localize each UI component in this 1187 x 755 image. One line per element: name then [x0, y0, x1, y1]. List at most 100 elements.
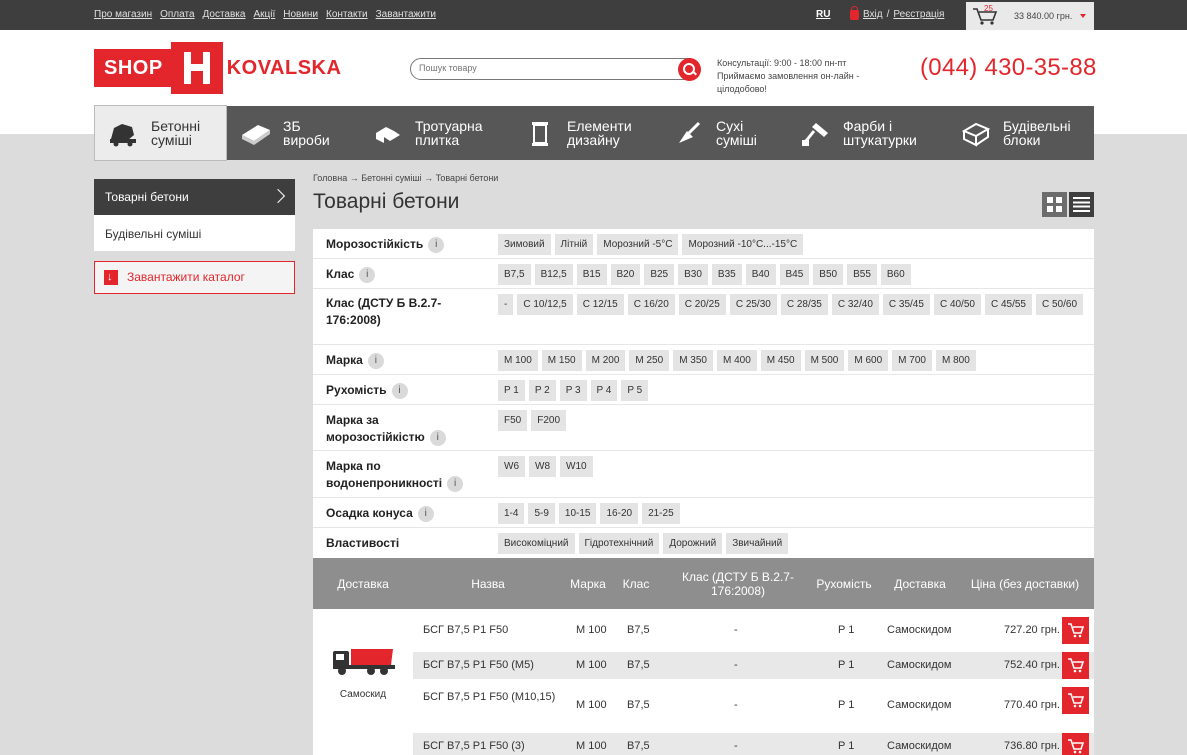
- filter-chip[interactable]: С 16/20: [627, 294, 675, 315]
- search-button[interactable]: [678, 58, 701, 81]
- sidebar-item-building-mixes[interactable]: Будівельні суміші: [94, 215, 295, 251]
- register-link[interactable]: Реєстрація: [893, 9, 944, 20]
- filter-chip[interactable]: Зимовий: [498, 234, 551, 255]
- category-concrete-mixes[interactable]: Бетонні суміші: [94, 105, 227, 161]
- filter-chip[interactable]: Гідротехнічний: [578, 533, 660, 554]
- category-rc-products[interactable]: ЗБ вироби: [227, 106, 359, 160]
- filter-chip[interactable]: Дорожний: [663, 533, 723, 554]
- top-link-delivery[interactable]: Доставка: [203, 9, 246, 20]
- filter-chip[interactable]: B55: [847, 264, 877, 285]
- filter-chip[interactable]: W8: [529, 456, 556, 477]
- category-paving-tiles[interactable]: Тротуарна плитка: [359, 106, 511, 160]
- filter-chip[interactable]: М 150: [541, 350, 582, 371]
- filter-chip[interactable]: P 1: [498, 380, 525, 401]
- filter-chip[interactable]: W6: [498, 456, 525, 477]
- top-link-promos[interactable]: Акції: [253, 9, 275, 20]
- product-name[interactable]: БСГ B7,5 P1 F50: [423, 624, 508, 637]
- filter-chip[interactable]: М 200: [585, 350, 626, 371]
- filter-chip[interactable]: 10-15: [558, 503, 597, 524]
- filter-chip[interactable]: F50: [498, 410, 528, 431]
- cart-button[interactable]: 25 33 840.00 грн.: [966, 2, 1094, 30]
- filter-chip[interactable]: С 40/50: [933, 294, 981, 315]
- filter-chip[interactable]: С 20/25: [678, 294, 726, 315]
- filter-chip[interactable]: 16-20: [600, 503, 639, 524]
- filter-chip[interactable]: С 32/40: [831, 294, 879, 315]
- filter-chip[interactable]: Літній: [554, 234, 594, 255]
- filter-chip[interactable]: B35: [711, 264, 742, 285]
- category-building-blocks[interactable]: Будівельні блоки: [947, 106, 1094, 160]
- filter-chip[interactable]: B50: [813, 264, 844, 285]
- filter-chip[interactable]: B30: [678, 264, 708, 285]
- filter-chip[interactable]: С 28/35: [780, 294, 828, 315]
- category-dry-mixes[interactable]: Сухі суміші: [660, 106, 787, 160]
- filter-chip[interactable]: B25: [644, 264, 675, 285]
- filter-chip[interactable]: 5-9: [528, 503, 555, 524]
- site-logo[interactable]: SHOP KOVALSKA: [94, 40, 341, 96]
- filter-chip[interactable]: B7,5: [498, 264, 531, 285]
- filter-chip[interactable]: М 350: [673, 350, 713, 371]
- breadcrumb[interactable]: Головна → Бетонні суміші → Товарні бетон…: [313, 173, 498, 183]
- filter-chip[interactable]: P 5: [621, 380, 649, 401]
- list-view-icon[interactable]: [1069, 192, 1094, 217]
- filter-chip[interactable]: P 2: [528, 380, 556, 401]
- filter-chip[interactable]: 1-4: [498, 503, 525, 524]
- filter-chip[interactable]: С 45/55: [984, 294, 1032, 315]
- add-to-cart-button[interactable]: [1062, 687, 1089, 714]
- filter-chip[interactable]: С 35/45: [882, 294, 930, 315]
- add-to-cart-button[interactable]: [1062, 733, 1089, 755]
- login-link[interactable]: Вхід: [863, 9, 883, 20]
- product-name[interactable]: БСГ B7,5 P1 F50 (3): [423, 740, 525, 753]
- filter-chip[interactable]: 21-25: [642, 503, 680, 524]
- search-input[interactable]: [419, 63, 669, 73]
- filter-chip[interactable]: М 250: [629, 350, 670, 371]
- category-paints-plasters[interactable]: Фарби і штукатурки: [787, 106, 947, 160]
- add-to-cart-button[interactable]: [1062, 617, 1089, 644]
- filter-chip[interactable]: М 450: [760, 350, 801, 371]
- top-link-about[interactable]: Про магазин: [94, 9, 152, 20]
- filter-chip[interactable]: -: [498, 294, 514, 315]
- filter-chip[interactable]: Морозний -5°С: [597, 234, 679, 255]
- filter-chip[interactable]: М 600: [848, 350, 889, 371]
- filter-chip[interactable]: B60: [880, 264, 911, 285]
- filter-chip[interactable]: Звичайний: [726, 533, 789, 554]
- filter-chip[interactable]: М 800: [935, 350, 976, 371]
- filter-chip[interactable]: B40: [745, 264, 776, 285]
- filter-chip[interactable]: М 700: [892, 350, 932, 371]
- add-to-cart-button[interactable]: [1062, 652, 1089, 679]
- filter-chip[interactable]: B12,5: [534, 264, 573, 285]
- filter-chip[interactable]: P 3: [559, 380, 587, 401]
- product-name[interactable]: БСГ B7,5 P1 F50 (M10,15): [423, 691, 563, 704]
- product-name[interactable]: БСГ B7,5 P1 F50 (M5): [423, 659, 534, 672]
- language-switch[interactable]: RU: [816, 9, 830, 20]
- filter-chip[interactable]: С 12/15: [576, 294, 624, 315]
- filter-chip[interactable]: М 400: [716, 350, 757, 371]
- filter-chip[interactable]: Високоміцний: [498, 533, 575, 554]
- filter-chip[interactable]: С 25/30: [729, 294, 777, 315]
- info-icon[interactable]: i: [429, 429, 446, 446]
- top-link-contacts[interactable]: Контакти: [326, 9, 368, 20]
- phone-number[interactable]: (044) 430-35-88: [920, 54, 1097, 82]
- filter-chip[interactable]: W10: [560, 456, 593, 477]
- info-icon[interactable]: i: [391, 382, 408, 399]
- filter-chip[interactable]: М 100: [498, 350, 538, 371]
- info-icon[interactable]: i: [447, 475, 464, 492]
- filter-chip[interactable]: F200: [531, 410, 567, 431]
- info-icon[interactable]: i: [417, 505, 434, 522]
- filter-chip[interactable]: B45: [779, 264, 810, 285]
- sidebar-item-commercial-concrete[interactable]: Товарні бетони: [94, 179, 295, 215]
- filter-chip[interactable]: B20: [610, 264, 641, 285]
- filter-chip[interactable]: P 4: [590, 380, 618, 401]
- filter-chip[interactable]: Морозний -10°С...-15°С: [682, 234, 804, 255]
- top-link-news[interactable]: Новини: [283, 9, 318, 20]
- top-link-payment[interactable]: Оплата: [160, 9, 194, 20]
- grid-view-icon[interactable]: [1042, 192, 1067, 217]
- info-icon[interactable]: i: [367, 352, 384, 369]
- download-catalog-button[interactable]: Завантажити каталог: [94, 261, 295, 294]
- filter-chip[interactable]: М 500: [804, 350, 845, 371]
- filter-chip[interactable]: С 10/12,5: [517, 294, 573, 315]
- filter-chip[interactable]: B15: [576, 264, 607, 285]
- info-icon[interactable]: i: [428, 236, 445, 253]
- info-icon[interactable]: i: [359, 266, 376, 283]
- category-design-elements[interactable]: Елементи дизайну: [511, 106, 660, 160]
- top-link-download[interactable]: Завантажити: [376, 9, 436, 20]
